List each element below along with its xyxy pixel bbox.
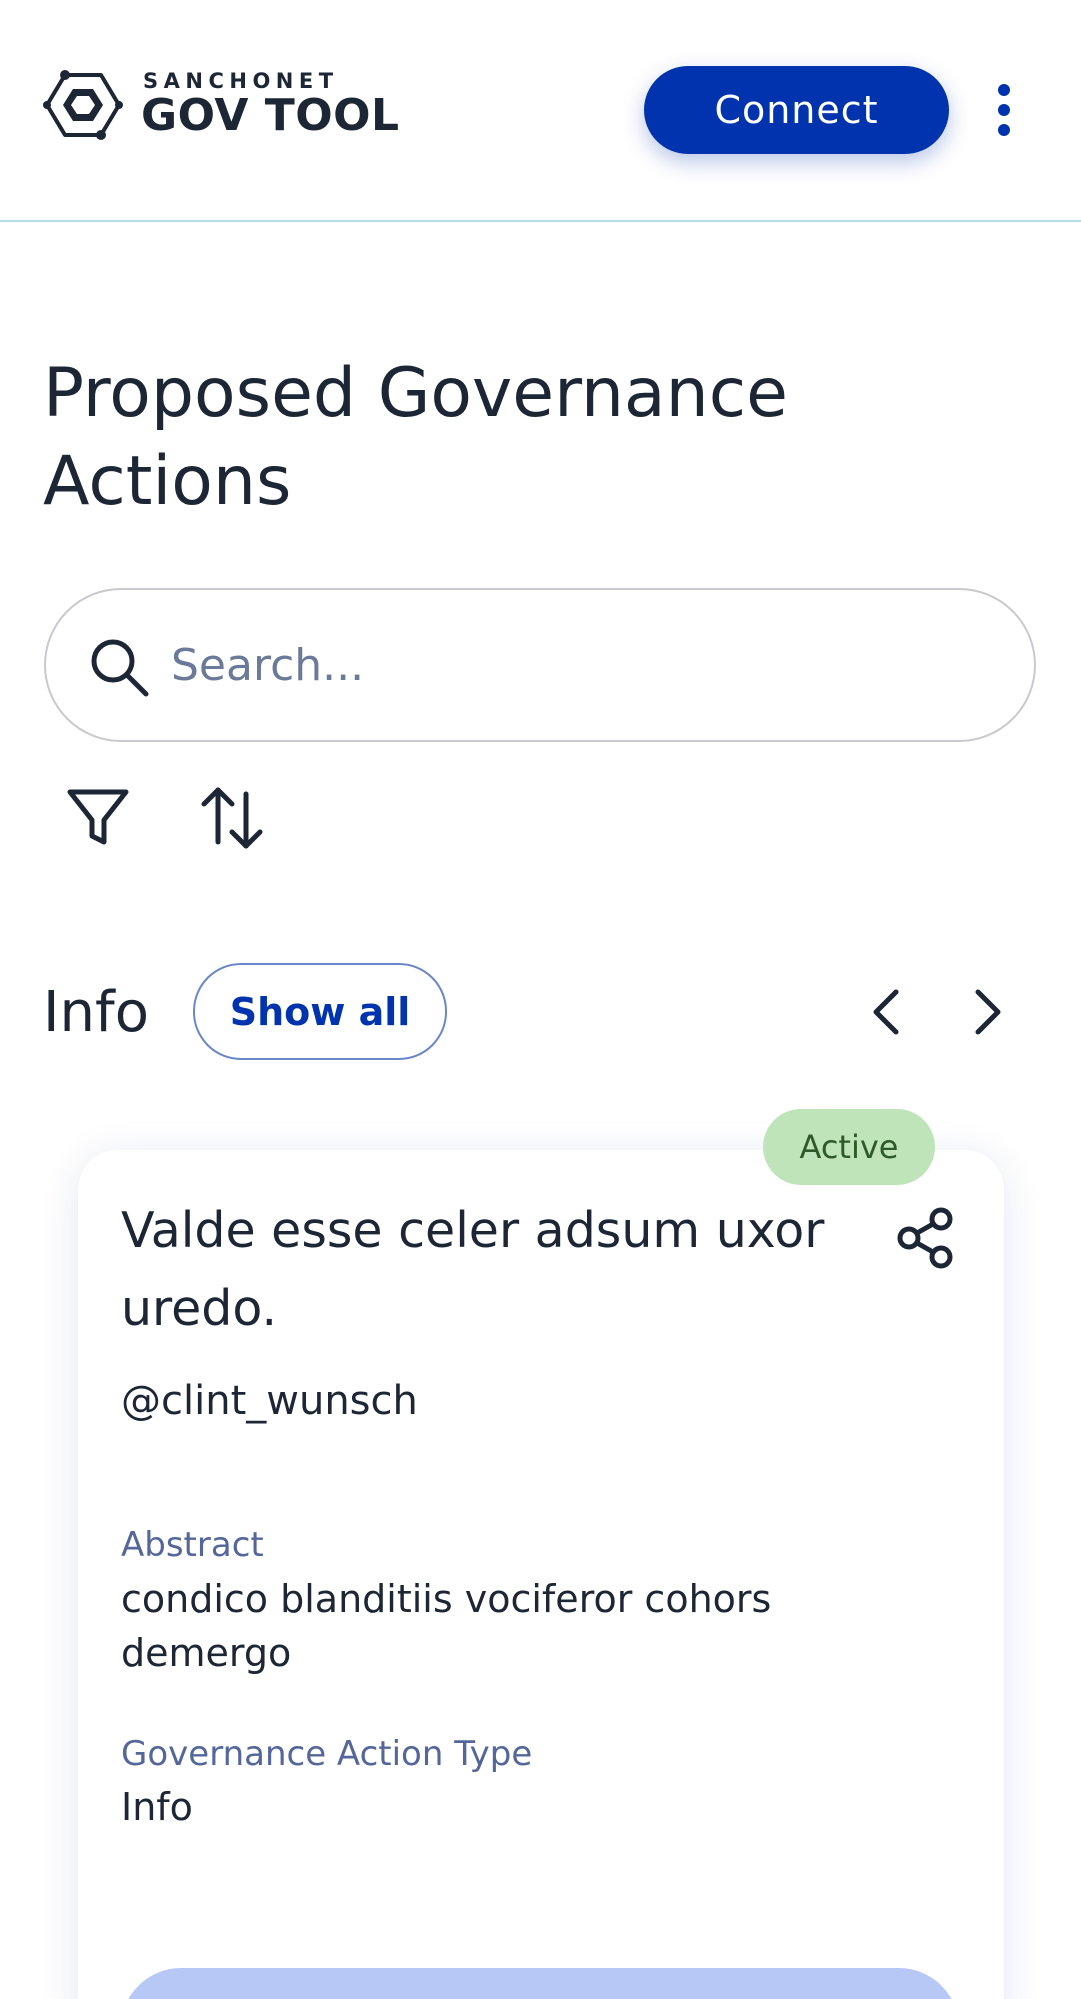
action-type-value: Info <box>121 1785 193 1829</box>
show-all-button[interactable]: Show all <box>193 963 447 1060</box>
abstract-value: condico blanditiis vociferor cohors deme… <box>121 1577 772 1675</box>
chevron-left-icon[interactable] <box>862 982 912 1042</box>
status-badge: Active <box>763 1109 935 1185</box>
sort-icon[interactable] <box>196 782 268 854</box>
card-action-button[interactable] <box>121 1968 959 1999</box>
governance-action-card: Valde esse celer adsum uxor uredo. @clin… <box>78 1150 1004 1999</box>
card-title: Valde esse celer adsum uxor uredo. <box>121 1202 825 1337</box>
page-title: Proposed Governance Actions <box>43 354 788 521</box>
card-author: @clint_wunsch <box>121 1378 418 1424</box>
action-type-label: Governance Action Type <box>121 1734 533 1774</box>
abstract-label: Abstract <box>121 1525 264 1565</box>
section-title-info: Info <box>43 980 149 1045</box>
filter-icon[interactable] <box>62 782 134 854</box>
govtool-logo[interactable]: SANCHONET GOV TOOL <box>43 66 399 144</box>
logo-title-text: GOV TOOL <box>141 90 400 141</box>
top-header: SANCHONET GOV TOOL Connect <box>0 0 1081 222</box>
search-input[interactable] <box>171 620 991 710</box>
search-icon <box>91 639 149 697</box>
search-bar[interactable] <box>44 588 1036 742</box>
share-icon[interactable] <box>893 1205 959 1271</box>
chevron-right-icon[interactable] <box>962 982 1012 1042</box>
connect-button[interactable]: Connect <box>644 66 949 154</box>
page: SANCHONET GOV TOOL Connect Proposed Gove… <box>0 0 1081 1999</box>
logo-hexagon-icon <box>43 70 123 140</box>
kebab-menu-icon[interactable] <box>985 80 1023 140</box>
